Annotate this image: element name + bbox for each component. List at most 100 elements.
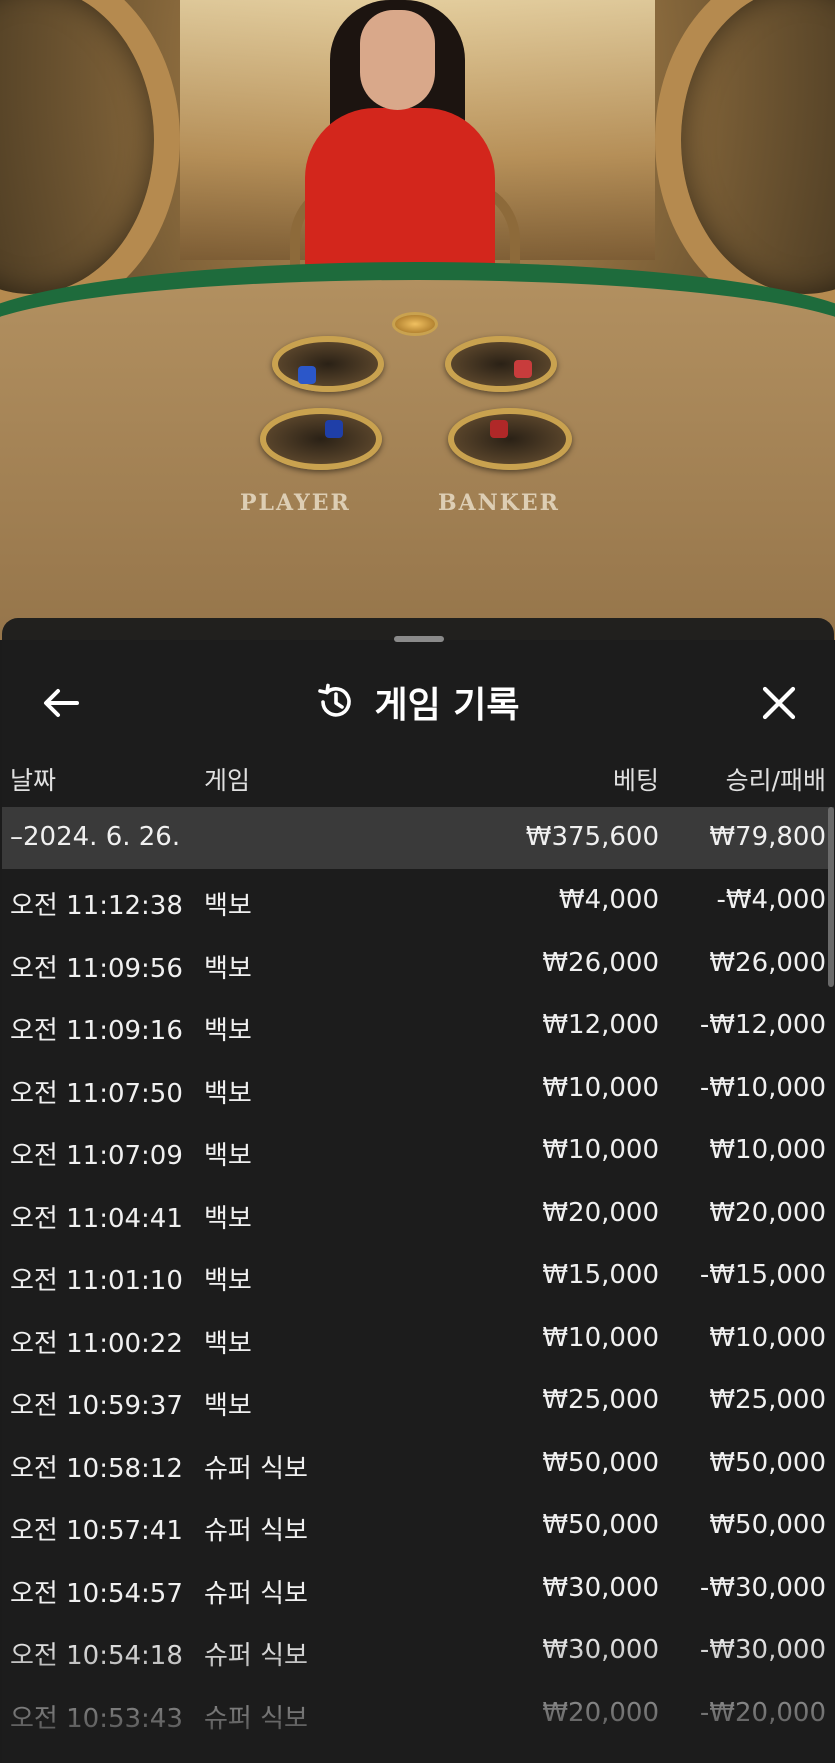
row-time: 오전 10:54:57 [10, 1578, 183, 1609]
row-bet: ₩10,000 [542, 1135, 659, 1165]
table-row[interactable]: 오전 10:59:37 백보 ₩25,000 ₩25,000 [2, 1369, 834, 1432]
row-game: 백보 [204, 1328, 252, 1359]
row-win-loss: ₩10,000 [709, 1135, 826, 1165]
row-bet: ₩25,000 [542, 1385, 659, 1415]
table-row[interactable]: 오전 10:58:12 슈퍼 식보 ₩50,000 ₩50,000 [2, 1432, 834, 1495]
row-game: 백보 [204, 1141, 252, 1171]
row-time: 오전 10:59:37 [10, 1391, 183, 1421]
row-game: 슈퍼 식보 [204, 1516, 308, 1546]
row-game: 슈퍼 식보 [204, 1703, 308, 1734]
table-header: 날짜 게임 베팅 승리/패배 [2, 753, 834, 799]
column-win-loss: 승리/패배 [725, 766, 826, 795]
close-button[interactable] [754, 678, 804, 728]
group-bet-total: ₩375,600 [525, 822, 659, 852]
group-date: –2024. 6. 26. [10, 822, 181, 852]
row-time: 오전 10:54:18 [10, 1641, 183, 1671]
player-cup-bottom [260, 408, 382, 470]
sheet-drag-handle[interactable] [394, 636, 444, 642]
row-bet: ₩30,000 [542, 1572, 659, 1603]
panel-title: 게임 기록 [374, 685, 520, 726]
group-win-loss-total: ₩79,800 [709, 822, 826, 852]
row-game: 백보 [204, 1016, 252, 1046]
banker-die-icon [490, 420, 508, 438]
table-row[interactable]: 오전 11:09:16 백보 ₩12,000 -₩12,000 [2, 994, 834, 1057]
row-bet: ₩12,000 [542, 1010, 659, 1040]
scrollbar[interactable] [828, 807, 834, 987]
row-time: 오전 11:01:10 [10, 1266, 183, 1296]
row-win-loss: -₩12,000 [699, 1010, 826, 1040]
banker-die-icon [514, 360, 532, 378]
row-win-loss: ₩50,000 [709, 1447, 826, 1478]
row-game: 백보 [204, 953, 252, 984]
row-win-loss: -₩20,000 [699, 1697, 826, 1728]
row-win-loss: ₩25,000 [709, 1385, 826, 1415]
row-bet: ₩10,000 [542, 1322, 659, 1353]
table-row[interactable]: 오전 10:54:18 슈퍼 식보 ₩30,000 -₩30,000 [2, 1619, 834, 1682]
game-history-panel: 게임 기록 날짜 게임 베팅 승리/패배 –2024. 6. 26. ₩375,… [2, 618, 834, 1763]
row-win-loss: -₩15,000 [699, 1260, 826, 1290]
table-row[interactable]: 오전 11:07:09 백보 ₩10,000 ₩10,000 [2, 1119, 834, 1182]
row-bet: ₩20,000 [542, 1197, 659, 1228]
row-bet: ₩50,000 [542, 1447, 659, 1478]
table-button-dome [392, 312, 438, 336]
row-win-loss: -₩4,000 [716, 885, 826, 915]
dealer-face [360, 10, 435, 110]
table-row[interactable]: 오전 11:04:41 백보 ₩20,000 ₩20,000 [2, 1182, 834, 1245]
row-game: 백보 [204, 891, 252, 921]
right-arch-decoration [655, 0, 835, 320]
row-bet: ₩26,000 [542, 947, 659, 978]
row-game: 백보 [204, 1078, 252, 1109]
player-die-icon [325, 420, 343, 438]
row-game: 슈퍼 식보 [204, 1641, 308, 1671]
row-win-loss: -₩30,000 [699, 1572, 826, 1603]
left-arch-decoration [0, 0, 180, 320]
row-time: 오전 11:09:16 [10, 1016, 183, 1046]
row-game: 슈퍼 식보 [204, 1453, 308, 1484]
player-cup-top [272, 336, 384, 392]
row-time: 오전 10:53:43 [10, 1703, 183, 1734]
table-row[interactable]: 오전 11:07:50 백보 ₩10,000 -₩10,000 [2, 1057, 834, 1120]
row-win-loss: ₩50,000 [709, 1510, 826, 1540]
panel-title-group: 게임 기록 [2, 676, 834, 728]
column-date: 날짜 [10, 766, 57, 795]
banker-cup-top [445, 336, 557, 392]
history-list[interactable]: –2024. 6. 26. ₩375,600 ₩79,800 오전 11:12:… [2, 807, 834, 1744]
panel-header: 게임 기록 [2, 658, 834, 748]
row-time: 오전 10:57:41 [10, 1516, 183, 1546]
player-die-icon [298, 366, 316, 384]
table-row[interactable]: 오전 10:57:41 슈퍼 식보 ₩50,000 ₩50,000 [2, 1494, 834, 1557]
row-time: 오전 11:09:56 [10, 953, 183, 984]
table-row[interactable]: 오전 11:01:10 백보 ₩15,000 -₩15,000 [2, 1244, 834, 1307]
table-row[interactable]: 오전 10:53:43 슈퍼 식보 ₩20,000 -₩20,000 [2, 1682, 834, 1745]
close-icon [762, 686, 796, 720]
row-time: 오전 11:07:09 [10, 1141, 183, 1171]
row-bet: ₩30,000 [542, 1635, 659, 1665]
row-game: 슈퍼 식보 [204, 1578, 308, 1609]
table-row[interactable]: 오전 11:09:56 백보 ₩26,000 ₩26,000 [2, 932, 834, 995]
row-bet: ₩10,000 [542, 1072, 659, 1103]
row-game: 백보 [204, 1203, 252, 1234]
live-video: PLAYER BANKER [0, 0, 835, 640]
row-time: 오전 11:12:38 [10, 891, 183, 921]
row-bet: ₩20,000 [542, 1697, 659, 1728]
row-win-loss: ₩26,000 [709, 947, 826, 978]
row-bet: ₩4,000 [558, 885, 659, 915]
banker-cup-bottom [448, 408, 572, 470]
row-win-loss: -₩30,000 [699, 1635, 826, 1665]
table-row[interactable]: 오전 10:54:57 슈퍼 식보 ₩30,000 -₩30,000 [2, 1557, 834, 1620]
row-bet: ₩15,000 [542, 1260, 659, 1290]
date-group-row[interactable]: –2024. 6. 26. ₩375,600 ₩79,800 [2, 807, 834, 869]
table-row[interactable]: 오전 11:00:22 백보 ₩10,000 ₩10,000 [2, 1307, 834, 1370]
row-win-loss: -₩10,000 [699, 1072, 826, 1103]
row-bet: ₩50,000 [542, 1510, 659, 1540]
row-win-loss: ₩10,000 [709, 1322, 826, 1353]
banker-table-label: BANKER [438, 490, 560, 516]
row-time: 오전 11:00:22 [10, 1328, 183, 1359]
column-game: 게임 [204, 766, 251, 795]
row-game: 백보 [204, 1391, 252, 1421]
row-game: 백보 [204, 1266, 252, 1296]
player-table-label: PLAYER [240, 490, 351, 516]
column-bet: 베팅 [612, 766, 659, 795]
table-row[interactable]: 오전 11:12:38 백보 ₩4,000 -₩4,000 [2, 869, 834, 932]
row-time: 오전 11:07:50 [10, 1078, 183, 1109]
